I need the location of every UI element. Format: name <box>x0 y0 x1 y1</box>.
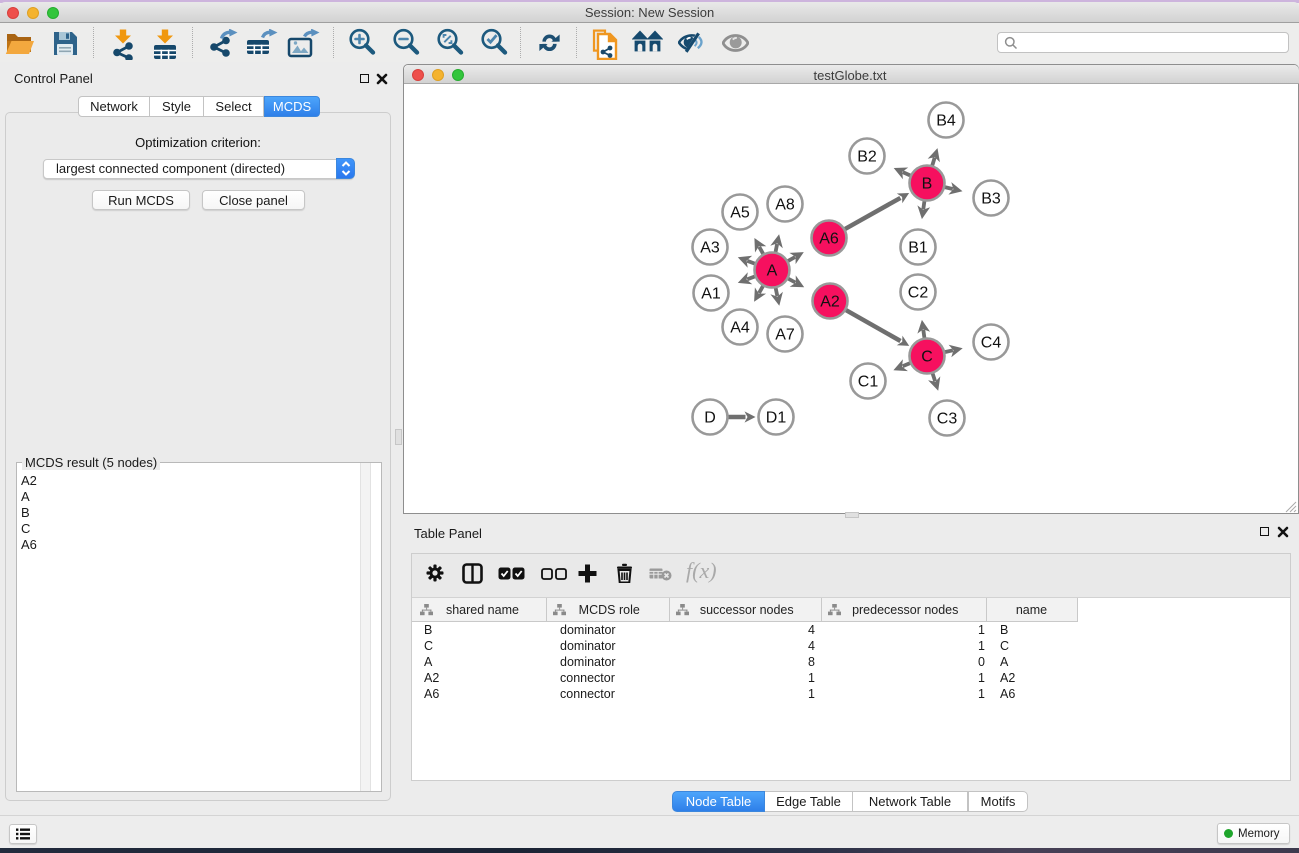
svg-text:B4: B4 <box>936 113 956 130</box>
svg-text:B: B <box>922 176 933 193</box>
svg-text:C2: C2 <box>908 285 929 302</box>
svg-text:D: D <box>704 410 716 427</box>
svg-text:B1: B1 <box>908 240 928 257</box>
svg-text:A6: A6 <box>819 231 839 248</box>
svg-text:A7: A7 <box>775 327 795 344</box>
svg-text:A2: A2 <box>820 294 840 311</box>
svg-text:A4: A4 <box>730 320 750 337</box>
svg-text:C: C <box>921 349 933 366</box>
svg-text:B3: B3 <box>981 191 1001 208</box>
svg-text:A1: A1 <box>701 286 721 303</box>
svg-text:A: A <box>767 263 778 280</box>
svg-text:B2: B2 <box>857 149 877 166</box>
svg-text:C4: C4 <box>981 335 1002 352</box>
svg-text:A8: A8 <box>775 197 795 214</box>
svg-text:D1: D1 <box>766 410 787 427</box>
svg-text:C1: C1 <box>858 374 879 391</box>
svg-text:C3: C3 <box>937 411 958 428</box>
svg-text:A3: A3 <box>700 240 720 257</box>
svg-text:A5: A5 <box>730 205 750 222</box>
